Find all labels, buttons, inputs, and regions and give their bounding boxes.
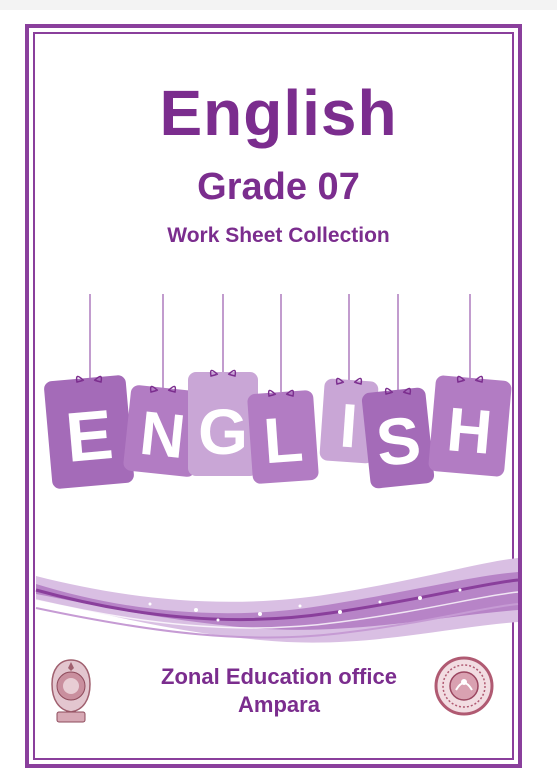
tag-e: E — [44, 375, 134, 489]
tag-l: L — [247, 389, 319, 484]
worksheet-cover: English Grade 07 Work Sheet Collection E… — [0, 10, 557, 784]
provincial-education-seal-icon — [434, 656, 494, 716]
banner-letter-g: G — [198, 396, 248, 468]
banner-letter-h: H — [444, 395, 495, 468]
banner-letter-l: L — [261, 403, 305, 478]
wave-decoration — [35, 558, 519, 643]
zonal-office-name: Zonal Education office — [161, 664, 397, 689]
sri-lanka-emblem-icon — [51, 659, 91, 723]
office-location: Ampara — [238, 692, 320, 717]
banner-letter-n: N — [137, 399, 189, 472]
tag-g: G — [188, 369, 258, 476]
tag-s: S — [361, 387, 435, 489]
tag-h: H — [428, 375, 512, 477]
banner-letter-s: S — [373, 402, 425, 480]
banner-letter-e: E — [63, 395, 116, 477]
